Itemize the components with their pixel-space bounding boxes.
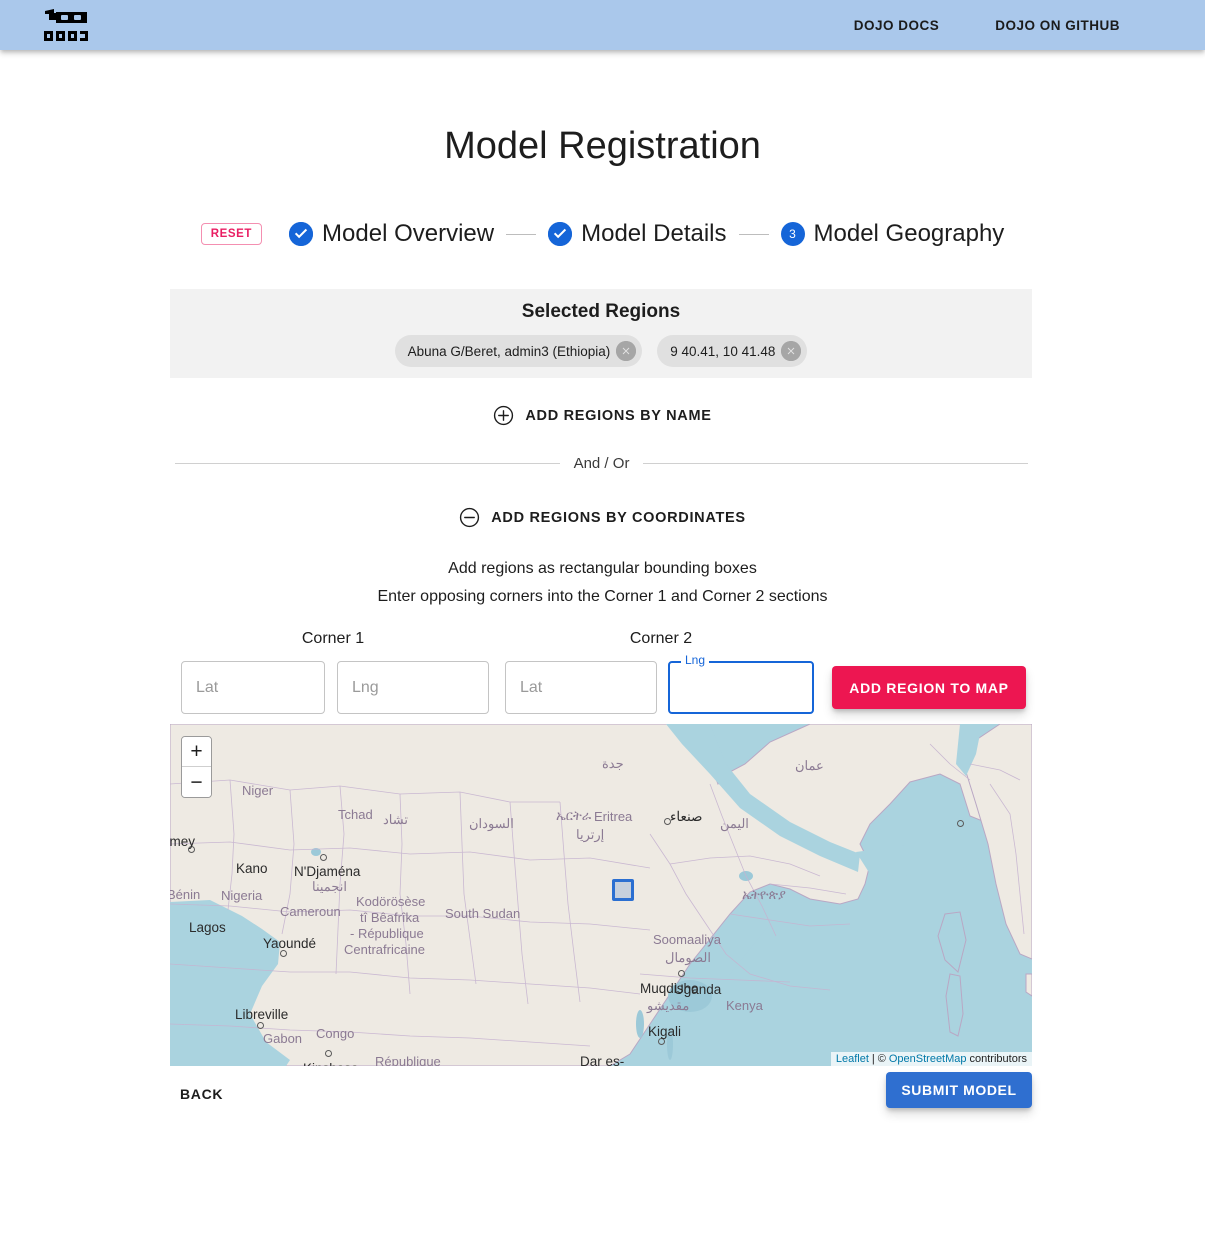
leaflet-map[interactable]: Niger Tchad تشاد السودان ኤርትራ Eritrea إرتريا جد… bbox=[170, 724, 1032, 1066]
nav-link-dojo-on-github[interactable]: DOJO ON GITHUB bbox=[995, 18, 1120, 33]
attribution-suffix: contributors bbox=[969, 1053, 1027, 1065]
corner2-lat-input[interactable]: Lat bbox=[505, 661, 657, 714]
region-chip[interactable]: 9 40.41, 10 41.48 bbox=[657, 335, 808, 367]
dojo-logo[interactable] bbox=[40, 8, 92, 42]
region-chip-label: 9 40.41, 10 41.48 bbox=[670, 343, 776, 359]
openstreetmap-link[interactable]: OpenStreetMap bbox=[889, 1053, 967, 1065]
add-regions-by-coordinates-toggle[interactable]: ADD REGIONS BY COORDINATES bbox=[0, 507, 1205, 528]
map-basemap bbox=[170, 724, 1032, 1066]
city-dot bbox=[957, 820, 964, 827]
step-connector-1 bbox=[506, 233, 537, 235]
add-regions-by-coordinates-label: ADD REGIONS BY COORDINATES bbox=[491, 509, 746, 526]
step-model-overview[interactable]: Model Overview bbox=[289, 220, 494, 248]
selected-regions-title: Selected Regions bbox=[521, 301, 681, 322]
add-regions-by-name-toggle[interactable]: ADD REGIONS BY NAME bbox=[0, 405, 1205, 426]
plus-circle-icon bbox=[494, 405, 514, 426]
app-header: DOJO DOCS DOJO ON GITHUB bbox=[0, 0, 1205, 50]
check-icon bbox=[548, 222, 573, 246]
leaflet-link[interactable]: Leaflet bbox=[836, 1053, 869, 1065]
divider-line-left bbox=[175, 463, 560, 464]
registration-stepper: RESET Model Overview Model Details 3 Mod… bbox=[0, 220, 1205, 248]
step-number-badge: 3 bbox=[780, 222, 805, 246]
city-dot bbox=[257, 1022, 264, 1029]
selected-regions-panel: Selected Regions Abuna G/Beret, admin3 (… bbox=[170, 289, 1032, 378]
corner2-lng-input[interactable]: Lng bbox=[668, 654, 814, 714]
copyright-symbol: © bbox=[877, 1053, 886, 1065]
city-dot bbox=[664, 818, 671, 825]
corner2-lng-floating-label: Lng bbox=[681, 654, 710, 666]
chip-delete-icon[interactable] bbox=[781, 341, 802, 361]
coords-helper-line-1: Add regions as rectangular bounding boxe… bbox=[448, 560, 757, 577]
map-zoom-controls: + − bbox=[181, 736, 212, 798]
check-icon bbox=[289, 222, 314, 246]
dojo-logo-icon bbox=[45, 9, 87, 23]
selected-regions-chip-list: Abuna G/Beret, admin3 (Ethiopia) 9 40.41… bbox=[394, 335, 808, 367]
minus-circle-icon bbox=[460, 507, 480, 528]
step-label-model-details: Model Details bbox=[581, 220, 727, 247]
corner1-lng-input[interactable]: Lng bbox=[337, 661, 489, 714]
region-chip[interactable]: Abuna G/Beret, admin3 (Ethiopia) bbox=[394, 335, 643, 367]
chip-delete-icon[interactable] bbox=[616, 341, 637, 361]
submit-model-button[interactable]: SUBMIT MODEL bbox=[886, 1072, 1032, 1108]
header-nav: DOJO DOCS DOJO ON GITHUB bbox=[854, 18, 1120, 33]
nav-link-dojo-docs[interactable]: DOJO DOCS bbox=[854, 18, 940, 33]
step-connector-2 bbox=[738, 233, 769, 235]
back-button[interactable]: BACK bbox=[170, 1078, 233, 1110]
step-model-geography[interactable]: 3 Model Geography bbox=[780, 220, 1005, 248]
region-chip-label: Abuna G/Beret, admin3 (Ethiopia) bbox=[407, 343, 611, 359]
step-model-details[interactable]: Model Details bbox=[548, 220, 727, 248]
add-regions-by-name-label: ADD REGIONS BY NAME bbox=[525, 407, 712, 424]
city-dot bbox=[658, 1038, 665, 1045]
corner-2-label: Corner 2 bbox=[629, 630, 693, 647]
and-or-label: And / Or bbox=[573, 455, 630, 472]
zoom-in-button[interactable]: + bbox=[182, 737, 211, 767]
city-dot bbox=[188, 846, 195, 853]
step-label-model-overview: Model Overview bbox=[322, 220, 495, 247]
map-attribution: Leaflet | © OpenStreetMap contributors bbox=[830, 1052, 1032, 1066]
corner1-lat-input[interactable]: Lat bbox=[181, 661, 325, 714]
page-title: Model Registration bbox=[444, 125, 761, 167]
reset-button[interactable]: RESET bbox=[200, 223, 263, 245]
zoom-out-button[interactable]: − bbox=[182, 767, 211, 797]
attribution-separator: | bbox=[871, 1053, 875, 1065]
city-dot bbox=[320, 854, 327, 861]
city-dot bbox=[678, 970, 685, 977]
corner-1-label: Corner 1 bbox=[301, 630, 365, 647]
coords-helper-line-2: Enter opposing corners into the Corner 1… bbox=[377, 588, 828, 605]
city-dot bbox=[280, 950, 287, 957]
app-root: DOJO DOCS DOJO ON GITHUB Model Registrat… bbox=[0, 0, 1205, 1250]
dojo-logo-wordmark bbox=[44, 31, 88, 41]
step-label-model-geography: Model Geography bbox=[813, 220, 1005, 247]
city-dot bbox=[325, 1050, 332, 1057]
and-or-divider: And / Or bbox=[175, 455, 1029, 472]
add-region-to-map-button[interactable]: ADD REGION TO MAP bbox=[832, 666, 1026, 709]
divider-line-right bbox=[643, 463, 1029, 464]
selected-region-highlight bbox=[612, 879, 634, 901]
